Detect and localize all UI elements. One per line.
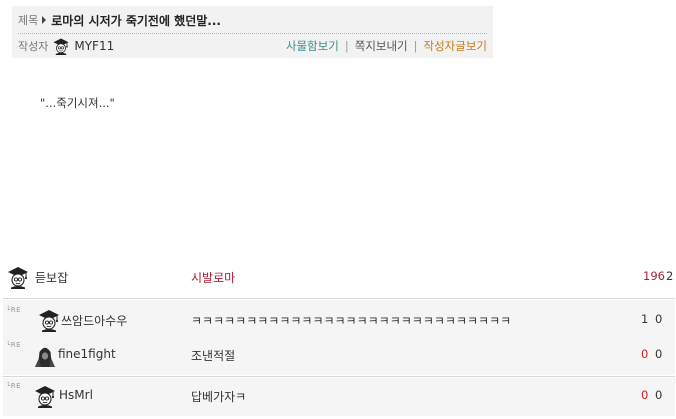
post-body: "...죽기시져..."	[40, 96, 115, 110]
comment-author[interactable]: 쓰암드아수우	[61, 312, 127, 329]
reply-group: └RE 쓰암드아수우 ㅋㅋㅋㅋㅋㅋㅋㅋㅋㅋㅋㅋㅋㅋㅋㅋㅋㅋㅋㅋㅋㅋㅋㅋㅋㅋㅋㅋㅋ…	[3, 300, 675, 375]
comment-count: 1	[641, 312, 649, 326]
author-label: 작성자	[18, 40, 49, 53]
author-row: 작성자 MYF11	[18, 37, 114, 55]
comment-count-secondary: 0	[655, 388, 663, 402]
comment-row: 듣보잡 시발로마 196 2	[3, 259, 675, 295]
comment-author[interactable]: 듣보잡	[35, 269, 68, 286]
comment-divider	[3, 376, 675, 377]
graduate-cap-icon	[33, 384, 57, 408]
author-posts-link[interactable]: 작성자글보기	[424, 38, 487, 54]
comment-count-secondary: 0	[655, 312, 663, 326]
graduate-cap-icon	[37, 308, 61, 332]
comment-count-secondary: 0	[655, 347, 663, 361]
title-row: 제목 로마의 시저가 죽기전에 했던말...	[18, 10, 221, 30]
send-message-link[interactable]: 쪽지보내기	[355, 38, 408, 54]
post-title: 로마의 시저가 죽기전에 했던말...	[51, 13, 221, 28]
reply-marker: └RE	[6, 341, 22, 349]
comment-author[interactable]: fine1fight	[58, 347, 116, 361]
author-avatar-graduate-icon	[52, 37, 70, 55]
comment-divider	[3, 298, 675, 299]
separator: |	[413, 39, 418, 53]
comment-count-secondary: 2	[666, 269, 674, 283]
comment-count: 0	[641, 388, 649, 402]
graduate-cap-icon	[6, 265, 30, 289]
title-label: 제목	[18, 14, 39, 27]
comment-author[interactable]: HsMrl	[59, 388, 93, 402]
comment-row: └RE HsMrl 답베가자ㅋ 0 0	[3, 378, 675, 416]
comment-text: ㅋㅋㅋㅋㅋㅋㅋㅋㅋㅋㅋㅋㅋㅋㅋㅋㅋㅋㅋㅋㅋㅋㅋㅋㅋㅋㅋㅋㅋ	[191, 314, 512, 328]
post-header: 제목 로마의 시저가 죽기전에 했던말... 작성자 MYF11 사물함보기 |…	[12, 6, 493, 58]
arrow-right-icon	[42, 16, 47, 24]
author-name[interactable]: MYF11	[74, 39, 114, 53]
header-divider	[18, 33, 487, 34]
hooded-figure-icon	[33, 343, 57, 367]
comment-row: └RE fine1fight 조낸적절 0 0	[3, 337, 675, 373]
reply-marker: └RE	[6, 306, 22, 314]
comment-row: └RE 쓰암드아수우 ㅋㅋㅋㅋㅋㅋㅋㅋㅋㅋㅋㅋㅋㅋㅋㅋㅋㅋㅋㅋㅋㅋㅋㅋㅋㅋㅋㅋㅋ…	[3, 302, 675, 338]
comment-text: 시발로마	[191, 271, 236, 285]
comment-text: 답베가자ㅋ	[191, 390, 247, 404]
author-actions: 사물함보기 | 쪽지보내기 | 작성자글보기	[286, 37, 487, 55]
separator: |	[344, 39, 349, 53]
comment-count: 0	[641, 347, 649, 361]
comment-text: 조낸적절	[191, 349, 236, 363]
comment-count: 196	[643, 269, 665, 283]
view-inbox-link[interactable]: 사물함보기	[286, 38, 339, 54]
reply-marker: └RE	[6, 382, 22, 390]
